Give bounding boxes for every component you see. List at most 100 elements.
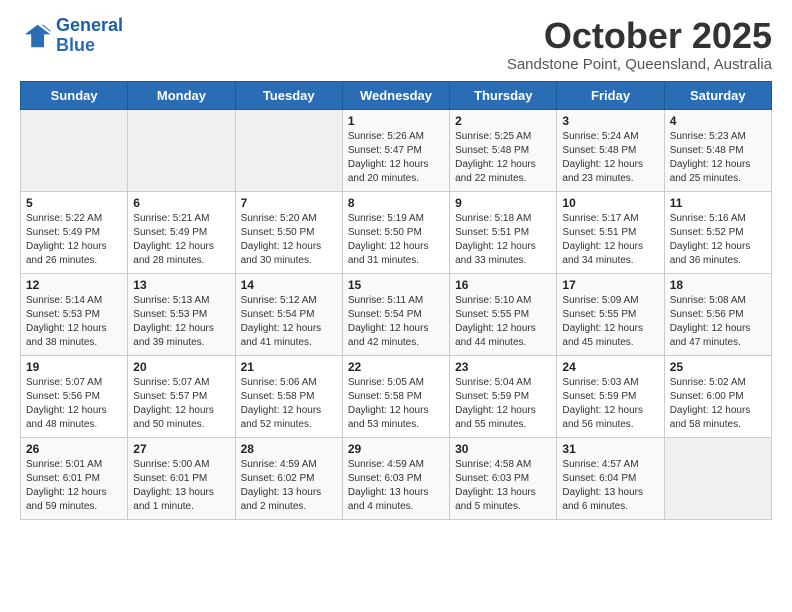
calendar-day-cell: 10Sunrise: 5:17 AM Sunset: 5:51 PM Dayli…	[557, 191, 664, 273]
day-info: Sunrise: 5:26 AM Sunset: 5:47 PM Dayligh…	[348, 130, 444, 186]
day-number: 3	[562, 114, 658, 128]
day-number: 16	[455, 278, 551, 292]
calendar-day-cell: 13Sunrise: 5:13 AM Sunset: 5:53 PM Dayli…	[128, 273, 235, 355]
day-number: 21	[241, 360, 337, 374]
day-info: Sunrise: 5:20 AM Sunset: 5:50 PM Dayligh…	[241, 212, 337, 268]
weekday-header-cell: Saturday	[664, 81, 771, 109]
day-number: 25	[670, 360, 766, 374]
page-header: General Blue October 2025 Sandstone Poin…	[20, 16, 772, 73]
calendar-day-cell: 24 Sunrise: 5:03 AM Sunset: 5:59 PM Dayli…	[557, 355, 664, 437]
day-number: 15	[348, 278, 444, 292]
day-number: 20	[133, 360, 229, 374]
day-info: Sunrise: 5:11 AM Sunset: 5:54 PM Dayligh…	[348, 294, 444, 350]
day-info: Sunrise: 5:05 AM Sunset: 5:58 PM Dayligh…	[348, 376, 444, 432]
day-number: 14	[241, 278, 337, 292]
calendar-day-cell: 6Sunrise: 5:21 AM Sunset: 5:49 PM Daylig…	[128, 191, 235, 273]
day-info: Sunrise: 4:59 AM Sunset: 6:02 PM Dayligh…	[241, 458, 337, 514]
day-number: 11	[670, 196, 766, 210]
day-number: 29	[348, 442, 444, 456]
day-number: 4	[670, 114, 766, 128]
weekday-header-cell: Sunday	[21, 81, 128, 109]
day-number: 26	[26, 442, 122, 456]
calendar-day-cell: 22 Sunrise: 5:05 AM Sunset: 5:58 PM Dayli…	[342, 355, 449, 437]
calendar-day-cell: 16Sunrise: 5:10 AM Sunset: 5:55 PM Dayli…	[450, 273, 557, 355]
day-number: 12	[26, 278, 122, 292]
logo: General Blue	[20, 16, 123, 56]
calendar-day-cell: 29Sunrise: 4:59 AM Sunset: 6:03 PM Dayli…	[342, 437, 449, 519]
day-info: Sunrise: 5:23 AM Sunset: 5:48 PM Dayligh…	[670, 130, 766, 186]
calendar-day-cell: 15 Sunrise: 5:11 AM Sunset: 5:54 PM Dayli…	[342, 273, 449, 355]
day-info: Sunrise: 5:19 AM Sunset: 5:50 PM Dayligh…	[348, 212, 444, 268]
day-info: Sunrise: 5:07 AM Sunset: 5:57 PM Dayligh…	[133, 376, 229, 432]
logo-text: General Blue	[56, 16, 123, 56]
day-info: Sunrise: 5:00 AM Sunset: 6:01 PM Dayligh…	[133, 458, 229, 514]
calendar-week-row: 1 Sunrise: 5:26 AM Sunset: 5:47 PM Daylig…	[21, 109, 772, 191]
day-info: Sunrise: 5:07 AM Sunset: 5:56 PM Dayligh…	[26, 376, 122, 432]
day-info: Sunrise: 4:58 AM Sunset: 6:03 PM Dayligh…	[455, 458, 551, 514]
day-number: 6	[133, 196, 229, 210]
day-number: 22	[348, 360, 444, 374]
calendar-day-cell	[664, 437, 771, 519]
calendar-day-cell: 4 Sunrise: 5:23 AM Sunset: 5:48 PM Daylig…	[664, 109, 771, 191]
calendar-day-cell: 21 Sunrise: 5:06 AM Sunset: 5:58 PM Dayli…	[235, 355, 342, 437]
day-info: Sunrise: 4:57 AM Sunset: 6:04 PM Dayligh…	[562, 458, 658, 514]
calendar-day-cell: 28Sunrise: 4:59 AM Sunset: 6:02 PM Dayli…	[235, 437, 342, 519]
calendar-week-row: 12 Sunrise: 5:14 AM Sunset: 5:53 PM Dayli…	[21, 273, 772, 355]
day-info: Sunrise: 5:16 AM Sunset: 5:52 PM Dayligh…	[670, 212, 766, 268]
day-number: 30	[455, 442, 551, 456]
weekday-header-cell: Monday	[128, 81, 235, 109]
calendar-day-cell: 20 Sunrise: 5:07 AM Sunset: 5:57 PM Dayli…	[128, 355, 235, 437]
calendar-body: 1 Sunrise: 5:26 AM Sunset: 5:47 PM Daylig…	[21, 109, 772, 519]
weekday-header-cell: Friday	[557, 81, 664, 109]
calendar-week-row: 26Sunrise: 5:01 AM Sunset: 6:01 PM Dayli…	[21, 437, 772, 519]
calendar-day-cell: 5 Sunrise: 5:22 AM Sunset: 5:49 PM Daylig…	[21, 191, 128, 273]
calendar-day-cell: 17 Sunrise: 5:09 AM Sunset: 5:55 PM Dayli…	[557, 273, 664, 355]
title-block: October 2025 Sandstone Point, Queensland…	[507, 16, 772, 73]
day-number: 17	[562, 278, 658, 292]
day-info: Sunrise: 5:09 AM Sunset: 5:55 PM Dayligh…	[562, 294, 658, 350]
day-info: Sunrise: 5:25 AM Sunset: 5:48 PM Dayligh…	[455, 130, 551, 186]
day-info: Sunrise: 5:03 AM Sunset: 5:59 PM Dayligh…	[562, 376, 658, 432]
day-number: 24	[562, 360, 658, 374]
day-number: 18	[670, 278, 766, 292]
month-title: October 2025	[507, 16, 772, 56]
day-number: 23	[455, 360, 551, 374]
calendar-week-row: 5 Sunrise: 5:22 AM Sunset: 5:49 PM Daylig…	[21, 191, 772, 273]
calendar-day-cell: 8 Sunrise: 5:19 AM Sunset: 5:50 PM Daylig…	[342, 191, 449, 273]
day-number: 2	[455, 114, 551, 128]
calendar-day-cell: 18Sunrise: 5:08 AM Sunset: 5:56 PM Dayli…	[664, 273, 771, 355]
day-info: Sunrise: 5:04 AM Sunset: 5:59 PM Dayligh…	[455, 376, 551, 432]
calendar-day-cell: 30 Sunrise: 4:58 AM Sunset: 6:03 PM Dayli…	[450, 437, 557, 519]
day-number: 8	[348, 196, 444, 210]
day-number: 19	[26, 360, 122, 374]
day-info: Sunrise: 5:13 AM Sunset: 5:53 PM Dayligh…	[133, 294, 229, 350]
day-info: Sunrise: 5:06 AM Sunset: 5:58 PM Dayligh…	[241, 376, 337, 432]
calendar-day-cell: 25 Sunrise: 5:02 AM Sunset: 6:00 PM Dayli…	[664, 355, 771, 437]
day-info: Sunrise: 5:12 AM Sunset: 5:54 PM Dayligh…	[241, 294, 337, 350]
calendar-day-cell	[21, 109, 128, 191]
day-info: Sunrise: 5:14 AM Sunset: 5:53 PM Dayligh…	[26, 294, 122, 350]
calendar-day-cell: 2 Sunrise: 5:25 AM Sunset: 5:48 PM Daylig…	[450, 109, 557, 191]
day-number: 9	[455, 196, 551, 210]
calendar-day-cell: 27 Sunrise: 5:00 AM Sunset: 6:01 PM Dayli…	[128, 437, 235, 519]
weekday-header-cell: Wednesday	[342, 81, 449, 109]
calendar-day-cell: 23 Sunrise: 5:04 AM Sunset: 5:59 PM Dayli…	[450, 355, 557, 437]
day-info: Sunrise: 5:17 AM Sunset: 5:51 PM Dayligh…	[562, 212, 658, 268]
calendar-day-cell: 14 Sunrise: 5:12 AM Sunset: 5:54 PM Dayli…	[235, 273, 342, 355]
calendar-day-cell: 3 Sunrise: 5:24 AM Sunset: 5:48 PM Daylig…	[557, 109, 664, 191]
calendar-day-cell: 31 Sunrise: 4:57 AM Sunset: 6:04 PM Dayli…	[557, 437, 664, 519]
day-number: 31	[562, 442, 658, 456]
calendar-day-cell: 12 Sunrise: 5:14 AM Sunset: 5:53 PM Dayli…	[21, 273, 128, 355]
weekday-header-cell: Tuesday	[235, 81, 342, 109]
day-number: 1	[348, 114, 444, 128]
calendar-day-cell: 1 Sunrise: 5:26 AM Sunset: 5:47 PM Daylig…	[342, 109, 449, 191]
day-info: Sunrise: 5:24 AM Sunset: 5:48 PM Dayligh…	[562, 130, 658, 186]
day-info: Sunrise: 5:22 AM Sunset: 5:49 PM Dayligh…	[26, 212, 122, 268]
day-number: 27	[133, 442, 229, 456]
day-number: 5	[26, 196, 122, 210]
calendar-day-cell	[235, 109, 342, 191]
day-info: Sunrise: 5:02 AM Sunset: 6:00 PM Dayligh…	[670, 376, 766, 432]
location-subtitle: Sandstone Point, Queensland, Australia	[507, 56, 772, 73]
calendar-day-cell: 9Sunrise: 5:18 AM Sunset: 5:51 PM Daylig…	[450, 191, 557, 273]
calendar-day-cell: 11 Sunrise: 5:16 AM Sunset: 5:52 PM Dayli…	[664, 191, 771, 273]
